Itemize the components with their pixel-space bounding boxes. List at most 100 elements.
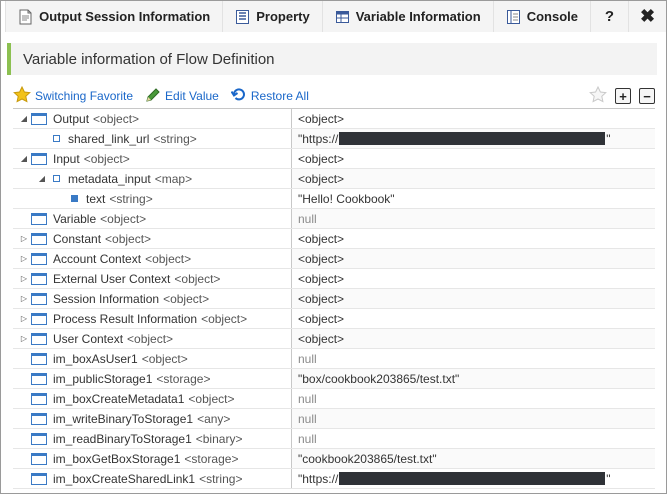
tab-variable-information[interactable]: Variable Information	[321, 1, 493, 32]
variable-value: null	[298, 391, 317, 406]
edit-value-button[interactable]: Edit Value	[145, 87, 219, 106]
collapse-icon[interactable]: ◢	[19, 154, 29, 164]
toolbar-right: + −	[589, 85, 655, 106]
collapse-icon[interactable]: ◢	[37, 174, 47, 184]
variable-name-cell: ▷im_publicStorage1<storage>	[13, 369, 292, 388]
add-button[interactable]: +	[615, 88, 631, 104]
table-row[interactable]: ◢ Input <object> <object>	[13, 149, 655, 169]
variable-name: External User Context	[53, 271, 171, 286]
remove-button[interactable]: −	[639, 88, 655, 104]
variable-name-cell: ▷shared_link_url<string>	[13, 129, 292, 148]
toolbar: Switching Favorite Edit Value Restore Al…	[13, 85, 655, 107]
table-row[interactable]: ◢ Output <object> <object>	[13, 109, 655, 129]
variable-type: <object>	[93, 111, 140, 126]
table-row[interactable]: ▷im_publicStorage1<storage> "box/cookbook…	[13, 369, 655, 389]
object-icon	[31, 312, 47, 325]
variable-value-cell[interactable]: null	[292, 349, 655, 368]
variable-value: null	[298, 351, 317, 366]
variable-value-cell[interactable]: <object>	[292, 149, 655, 168]
expand-icon[interactable]: ▷	[19, 254, 29, 264]
variable-value: <object>	[298, 311, 345, 326]
variable-value-cell[interactable]: <object>	[292, 289, 655, 308]
variable-value: <object>	[298, 331, 345, 346]
variable-value-cell[interactable]: null	[292, 429, 655, 448]
expand-icon[interactable]: ▷	[19, 314, 29, 324]
variable-value-cell[interactable]: <object>	[292, 269, 655, 288]
table-row[interactable]: ◢ metadata_input <map> <object>	[13, 169, 655, 189]
variable-type: <object>	[141, 351, 188, 366]
table-row[interactable]: ▷im_boxGetBoxStorage1<storage> "cookbook2…	[13, 449, 655, 469]
variable-value-cell[interactable]: <object>	[292, 229, 655, 248]
variable-value-cell[interactable]: <object>	[292, 169, 655, 188]
expand-icon[interactable]: ▷	[19, 274, 29, 284]
variable-name: shared_link_url	[68, 131, 150, 146]
variable-value-cell[interactable]: "box/cookbook203865/test.txt"	[292, 369, 655, 388]
variable-value-cell[interactable]: null	[292, 389, 655, 408]
table-row[interactable]: ▷ Constant <object> <object>	[13, 229, 655, 249]
pencil-icon	[145, 87, 161, 106]
variable-value: <object>	[298, 271, 345, 286]
table-row[interactable]: ▷ User Context <object> <object>	[13, 329, 655, 349]
expand-icon[interactable]: ▷	[19, 294, 29, 304]
table-row[interactable]: ▷ Session Information <object> <object>	[13, 289, 655, 309]
variable-name-cell: ▷im_readBinaryToStorage1<binary>	[13, 429, 292, 448]
table-row[interactable]: ▷Variable<object> null	[13, 209, 655, 229]
variable-name: Constant	[53, 231, 102, 246]
favorite-star-icon[interactable]	[589, 85, 607, 106]
variable-value-cell[interactable]: <object>	[292, 309, 655, 328]
variable-value-cell[interactable]: "https:// "	[292, 129, 655, 148]
object-icon	[31, 252, 47, 265]
variable-name-cell: ▷im_boxCreateMetadata1<object>	[13, 389, 292, 408]
field-icon	[71, 195, 78, 202]
restore-icon	[230, 87, 247, 106]
variable-value-cell[interactable]: <object>	[292, 249, 655, 268]
variable-type: <object>	[127, 331, 174, 346]
variable-name: im_writeBinaryToStorage1	[53, 411, 194, 426]
variable-value-cell[interactable]: <object>	[292, 109, 655, 128]
table-row[interactable]: ▷ Process Result Information <object> <obje…	[13, 309, 655, 329]
variable-value: <object>	[298, 111, 345, 126]
variable-value-cell[interactable]: "Hello! Cookbook"	[292, 189, 655, 208]
restore-all-button[interactable]: Restore All	[230, 87, 309, 106]
variable-value-cell[interactable]: null	[292, 409, 655, 428]
star-icon	[13, 85, 31, 106]
variable-value-cell[interactable]: null	[292, 209, 655, 228]
variable-value-cell[interactable]: "cookbook203865/test.txt"	[292, 449, 655, 468]
variable-value-cell[interactable]: <object>	[292, 329, 655, 348]
variable-name: Session Information	[53, 291, 160, 306]
tab-output-session-information[interactable]: Output Session Information	[5, 1, 223, 32]
panel-header: Variable information of Flow Definition	[7, 43, 657, 75]
table-row[interactable]: ▷im_boxCreateSharedLink1<string>"https:/…	[13, 469, 655, 489]
tab-console[interactable]: Console	[492, 1, 590, 32]
close-button[interactable]: ✖	[628, 1, 666, 32]
variable-type: <string>	[109, 191, 153, 206]
variable-name-cell: ▷im_boxGetBoxStorage1<storage>	[13, 449, 292, 468]
object-icon	[31, 372, 47, 385]
variable-name-cell: ▷ Constant <object>	[13, 229, 292, 248]
table-row[interactable]: ▷text<string> "Hello! Cookbook"	[13, 189, 655, 209]
help-button[interactable]: ?	[590, 1, 628, 32]
variable-type: <string>	[199, 471, 243, 486]
table-row[interactable]: ▷im_boxCreateMetadata1<object> null	[13, 389, 655, 409]
variable-name: im_boxCreateSharedLink1	[53, 471, 196, 486]
tab-property[interactable]: Property	[222, 1, 322, 32]
table-row[interactable]: ▷im_boxAsUser1<object> null	[13, 349, 655, 369]
expand-icon[interactable]: ▷	[19, 234, 29, 244]
object-icon	[31, 272, 47, 285]
table-row[interactable]: ▷shared_link_url<string> "https:// "	[13, 129, 655, 149]
object-icon	[31, 452, 47, 465]
variable-type: <binary>	[195, 431, 243, 446]
switching-favorite-button[interactable]: Switching Favorite	[13, 85, 133, 106]
table-row[interactable]: ▷ External User Context <object> <object>	[13, 269, 655, 289]
variable-name: User Context	[53, 331, 124, 346]
table-row[interactable]: ▷ Account Context <object> <object>	[13, 249, 655, 269]
variable-value: <object>	[298, 251, 345, 266]
table-row[interactable]: ▷im_writeBinaryToStorage1<any> null	[13, 409, 655, 429]
variable-value-cell[interactable]: "https:// "	[292, 469, 655, 488]
tab-label: Variable Information	[355, 9, 481, 24]
tab-bar: Output Session Information Property Vari…	[1, 1, 666, 32]
table-row[interactable]: ▷im_readBinaryToStorage1<binary> null	[13, 429, 655, 449]
collapse-icon[interactable]: ◢	[19, 114, 29, 124]
expand-icon[interactable]: ▷	[19, 334, 29, 344]
variable-type: <object>	[145, 251, 192, 266]
